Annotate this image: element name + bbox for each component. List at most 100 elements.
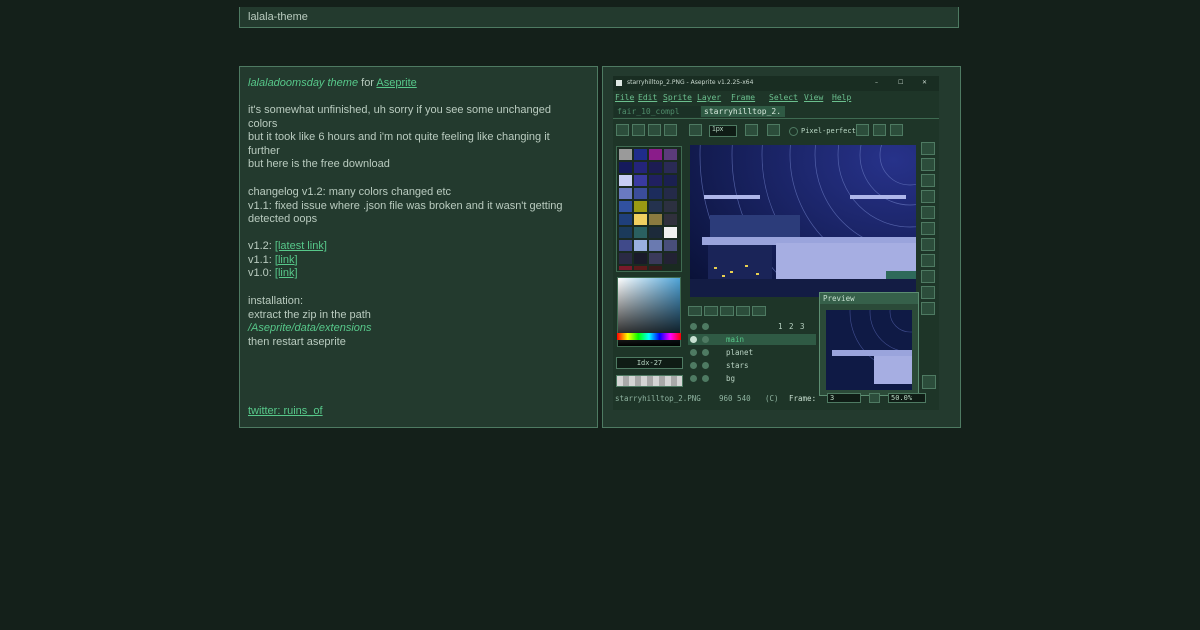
twitter-link[interactable]: twitter: ruins_of (248, 405, 323, 417)
layer-row[interactable]: main (688, 334, 816, 345)
status-mode: (C) (765, 394, 779, 403)
layer-row[interactable]: bg (688, 373, 816, 384)
menu-select[interactable]: Select (769, 93, 798, 102)
last-frame-icon[interactable] (752, 306, 766, 316)
eye-icon[interactable] (690, 349, 697, 356)
layer-name: main (726, 335, 745, 344)
layer-name: stars (726, 361, 749, 370)
ellipse-icon[interactable] (921, 286, 935, 299)
status-bar: starryhilltop_2.PNG 960 540 (C) Frame: 3… (613, 392, 939, 406)
aseprite-window: starryhilltop_2.PNG - Aseprite v1.2.25-x… (613, 76, 939, 410)
eraser-icon[interactable] (921, 174, 935, 187)
sprite-canvas[interactable] (690, 145, 916, 297)
opacity-button[interactable] (767, 124, 780, 136)
aseprite-link[interactable]: Aseprite (376, 77, 416, 89)
brush-size-field[interactable]: 1px (709, 125, 737, 137)
toolbar-button[interactable] (664, 124, 677, 136)
menu-help[interactable]: Help (832, 93, 851, 102)
download-link-v12[interactable]: [latest link] (275, 240, 327, 252)
fill-icon[interactable] (921, 238, 935, 251)
download-link-v10[interactable]: [link] (275, 267, 298, 279)
intro-line: but here is the free download (248, 158, 390, 171)
frame-header-row: 1 2 3 (688, 321, 816, 332)
layer-row[interactable]: stars (688, 360, 816, 371)
menu-bar: File Edit Sprite Layer Frame Select View… (613, 92, 939, 104)
title-for: for (358, 77, 377, 89)
add-frame-button[interactable] (869, 393, 880, 403)
first-frame-icon[interactable] (688, 306, 702, 316)
page-header-title: lalala-theme (248, 11, 308, 23)
version-label: v1.1: (248, 253, 275, 266)
install-step: then restart aseprite (248, 335, 346, 348)
next-frame-icon[interactable] (736, 306, 750, 316)
zoom-1-1-button[interactable] (922, 375, 936, 389)
prev-frame-icon[interactable] (704, 306, 718, 316)
menu-layer[interactable]: Layer (697, 93, 721, 102)
symmetry-button[interactable] (890, 124, 903, 136)
theme-name: lalaladoomsday theme (248, 77, 359, 89)
eyedropper-icon[interactable] (921, 190, 935, 203)
installation-section: installation: extract the zip in the pat… (248, 295, 588, 349)
lock-icon[interactable] (702, 349, 709, 356)
tab-starryhilltop[interactable]: starryhilltop_2. (701, 106, 785, 117)
symmetry-button[interactable] (856, 124, 869, 136)
menu-frame[interactable]: Frame (731, 93, 755, 102)
window-title: starryhilltop_2.PNG - Aseprite v1.2.25-x… (627, 79, 754, 86)
toolbar-button[interactable] (632, 124, 645, 136)
minimize-icon[interactable]: – (875, 79, 878, 86)
rectangle-icon[interactable] (921, 270, 935, 283)
frame-number[interactable]: 2 (789, 322, 794, 331)
lock-icon[interactable] (702, 362, 709, 369)
maximize-icon[interactable]: ☐ (898, 79, 903, 86)
tab-fair-10[interactable]: fair_10_compl (614, 106, 700, 117)
eye-icon[interactable] (690, 375, 697, 382)
color-index-label: Idx-27 (616, 357, 683, 369)
symmetry-button[interactable] (873, 124, 886, 136)
header-bar: lalala-theme (239, 7, 959, 28)
version-row: v1.1: [link] (248, 254, 588, 268)
preview-title: Preview (823, 294, 855, 303)
toolbar-button[interactable] (616, 124, 629, 136)
pixel-perfect-checkbox[interactable] (789, 127, 798, 136)
zoom-icon[interactable] (921, 206, 935, 219)
close-icon[interactable]: ✕ (922, 79, 927, 86)
eye-icon[interactable] (690, 336, 697, 343)
alpha-swatch[interactable] (616, 375, 683, 387)
ink-button[interactable] (745, 124, 758, 136)
frame-field[interactable]: 3 (827, 393, 861, 403)
tool-column[interactable] (921, 142, 937, 320)
version-row: v1.2: [latest link] (248, 240, 588, 254)
color-palette[interactable] (616, 146, 682, 272)
download-link-v11[interactable]: [link] (275, 254, 298, 266)
menu-view[interactable]: View (804, 93, 823, 102)
layer-name: bg (726, 374, 736, 383)
pencil-icon[interactable] (921, 158, 935, 171)
eye-icon[interactable] (690, 362, 697, 369)
play-icon[interactable] (720, 306, 734, 316)
eye-icon[interactable] (690, 323, 697, 330)
version-label: v1.2: (248, 240, 275, 252)
status-filename: starryhilltop_2.PNG (615, 394, 701, 403)
intro-line: colors (248, 117, 278, 130)
lock-icon[interactable] (702, 375, 709, 382)
pixel-perfect-label: Pixel-perfect (801, 127, 856, 135)
move-icon[interactable] (921, 222, 935, 235)
marquee-icon[interactable] (921, 142, 935, 155)
hue-slider[interactable] (617, 333, 681, 340)
brush-type-button[interactable] (689, 124, 702, 136)
menu-sprite[interactable]: Sprite (663, 93, 692, 102)
menu-edit[interactable]: Edit (638, 93, 657, 102)
changelog-line: detected oops (248, 213, 318, 226)
intro-paragraph: it's somewhat unfinished, uh sorry if yo… (248, 104, 588, 172)
layer-row[interactable]: planet (688, 347, 816, 358)
line-icon[interactable] (921, 254, 935, 267)
frame-number[interactable]: 1 (778, 322, 783, 331)
frame-number[interactable]: 3 (800, 322, 805, 331)
lock-icon[interactable] (702, 323, 709, 330)
zoom-field[interactable]: 50.0% (888, 393, 926, 403)
menu-file[interactable]: File (615, 93, 634, 102)
toolbar-button[interactable] (648, 124, 661, 136)
changelog-line: v1.1: fixed issue where .json file was b… (248, 199, 563, 212)
brush-icon[interactable] (921, 302, 935, 315)
lock-icon[interactable] (702, 336, 709, 343)
